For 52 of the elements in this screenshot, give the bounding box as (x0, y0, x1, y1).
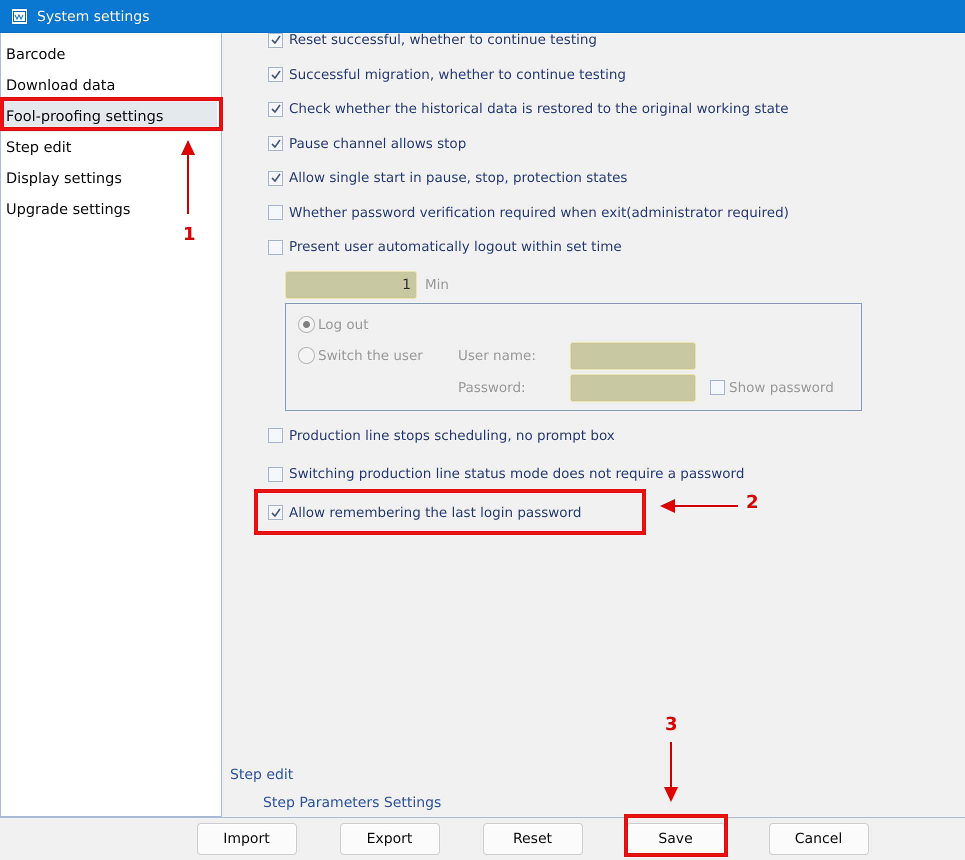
tree-node[interactable]: Step Parameters Settings (230, 789, 442, 817)
password-label: Password: (458, 380, 527, 396)
check-icon (270, 35, 280, 46)
checkbox[interactable] (268, 505, 283, 520)
sidebar-item[interactable]: Barcode (1, 39, 217, 70)
app-icon (11, 8, 28, 25)
dialog-button[interactable]: Reset (482, 823, 582, 855)
checkbox-label: Reset successful, whether to continue testing (289, 32, 597, 48)
checkbox-label: Show password (729, 380, 834, 396)
unit-label: Min (425, 276, 449, 292)
check-icon (270, 508, 280, 518)
user-name-label: User name: (458, 348, 537, 364)
sidebar-item[interactable]: Display settings (1, 163, 217, 194)
dialog-button[interactable]: Export (340, 823, 440, 855)
dialog-button[interactable]: Import (196, 823, 296, 855)
checkbox[interactable] (268, 428, 283, 444)
radio-label: Switch the user (318, 348, 423, 364)
tree-node[interactable]: Step edit (230, 761, 294, 789)
window-title: System settings (37, 8, 150, 24)
checkbox[interactable] (268, 102, 283, 117)
checkbox-label: Allow remembering the last login password (289, 504, 582, 521)
dialog-button[interactable]: Cancel (768, 823, 868, 855)
checkbox-label: Present user automatically logout within set time (289, 239, 622, 256)
radio-label: Log out (318, 316, 369, 332)
checkbox-label: Check whether the historical data is restored to the original working state (289, 101, 789, 118)
checkbox[interactable] (268, 32, 283, 48)
checkbox[interactable] (268, 136, 283, 152)
checkbox-label: Successful migration, whether to continue testing (289, 66, 626, 83)
check-icon (270, 104, 280, 114)
arrow-icon (660, 499, 738, 513)
arrow-icon (664, 742, 678, 802)
sidebar-item[interactable]: Download data (1, 70, 217, 101)
sidebar-item[interactable]: Upgrade settings (1, 194, 217, 225)
checkbox-label: Whether password verification required when exit(administrator required) (289, 204, 789, 221)
checkbox-label: Production line stops scheduling, no prompt box (289, 428, 615, 444)
checkbox[interactable] (268, 67, 283, 82)
checkbox-label: Pause channel allows stop (289, 136, 466, 152)
checkbox[interactable] (268, 240, 283, 255)
checkbox[interactable] (268, 466, 283, 482)
sidebar-item[interactable]: Step edit (1, 132, 217, 163)
step-number: 2 (746, 492, 759, 513)
step-number: 1 (183, 224, 196, 245)
check-icon (270, 138, 280, 149)
dialog-button[interactable]: Save (626, 823, 726, 855)
check-icon (270, 173, 280, 184)
step-number: 3 (665, 714, 678, 735)
checkbox-label: Switching production line status mode does not require a password (289, 466, 744, 482)
checkbox-label: Allow single start in pause, stop, protection states (289, 170, 628, 186)
checkbox[interactable] (268, 170, 283, 186)
arrow-icon (181, 140, 195, 214)
checkbox[interactable] (268, 205, 283, 220)
check-icon (270, 70, 280, 80)
